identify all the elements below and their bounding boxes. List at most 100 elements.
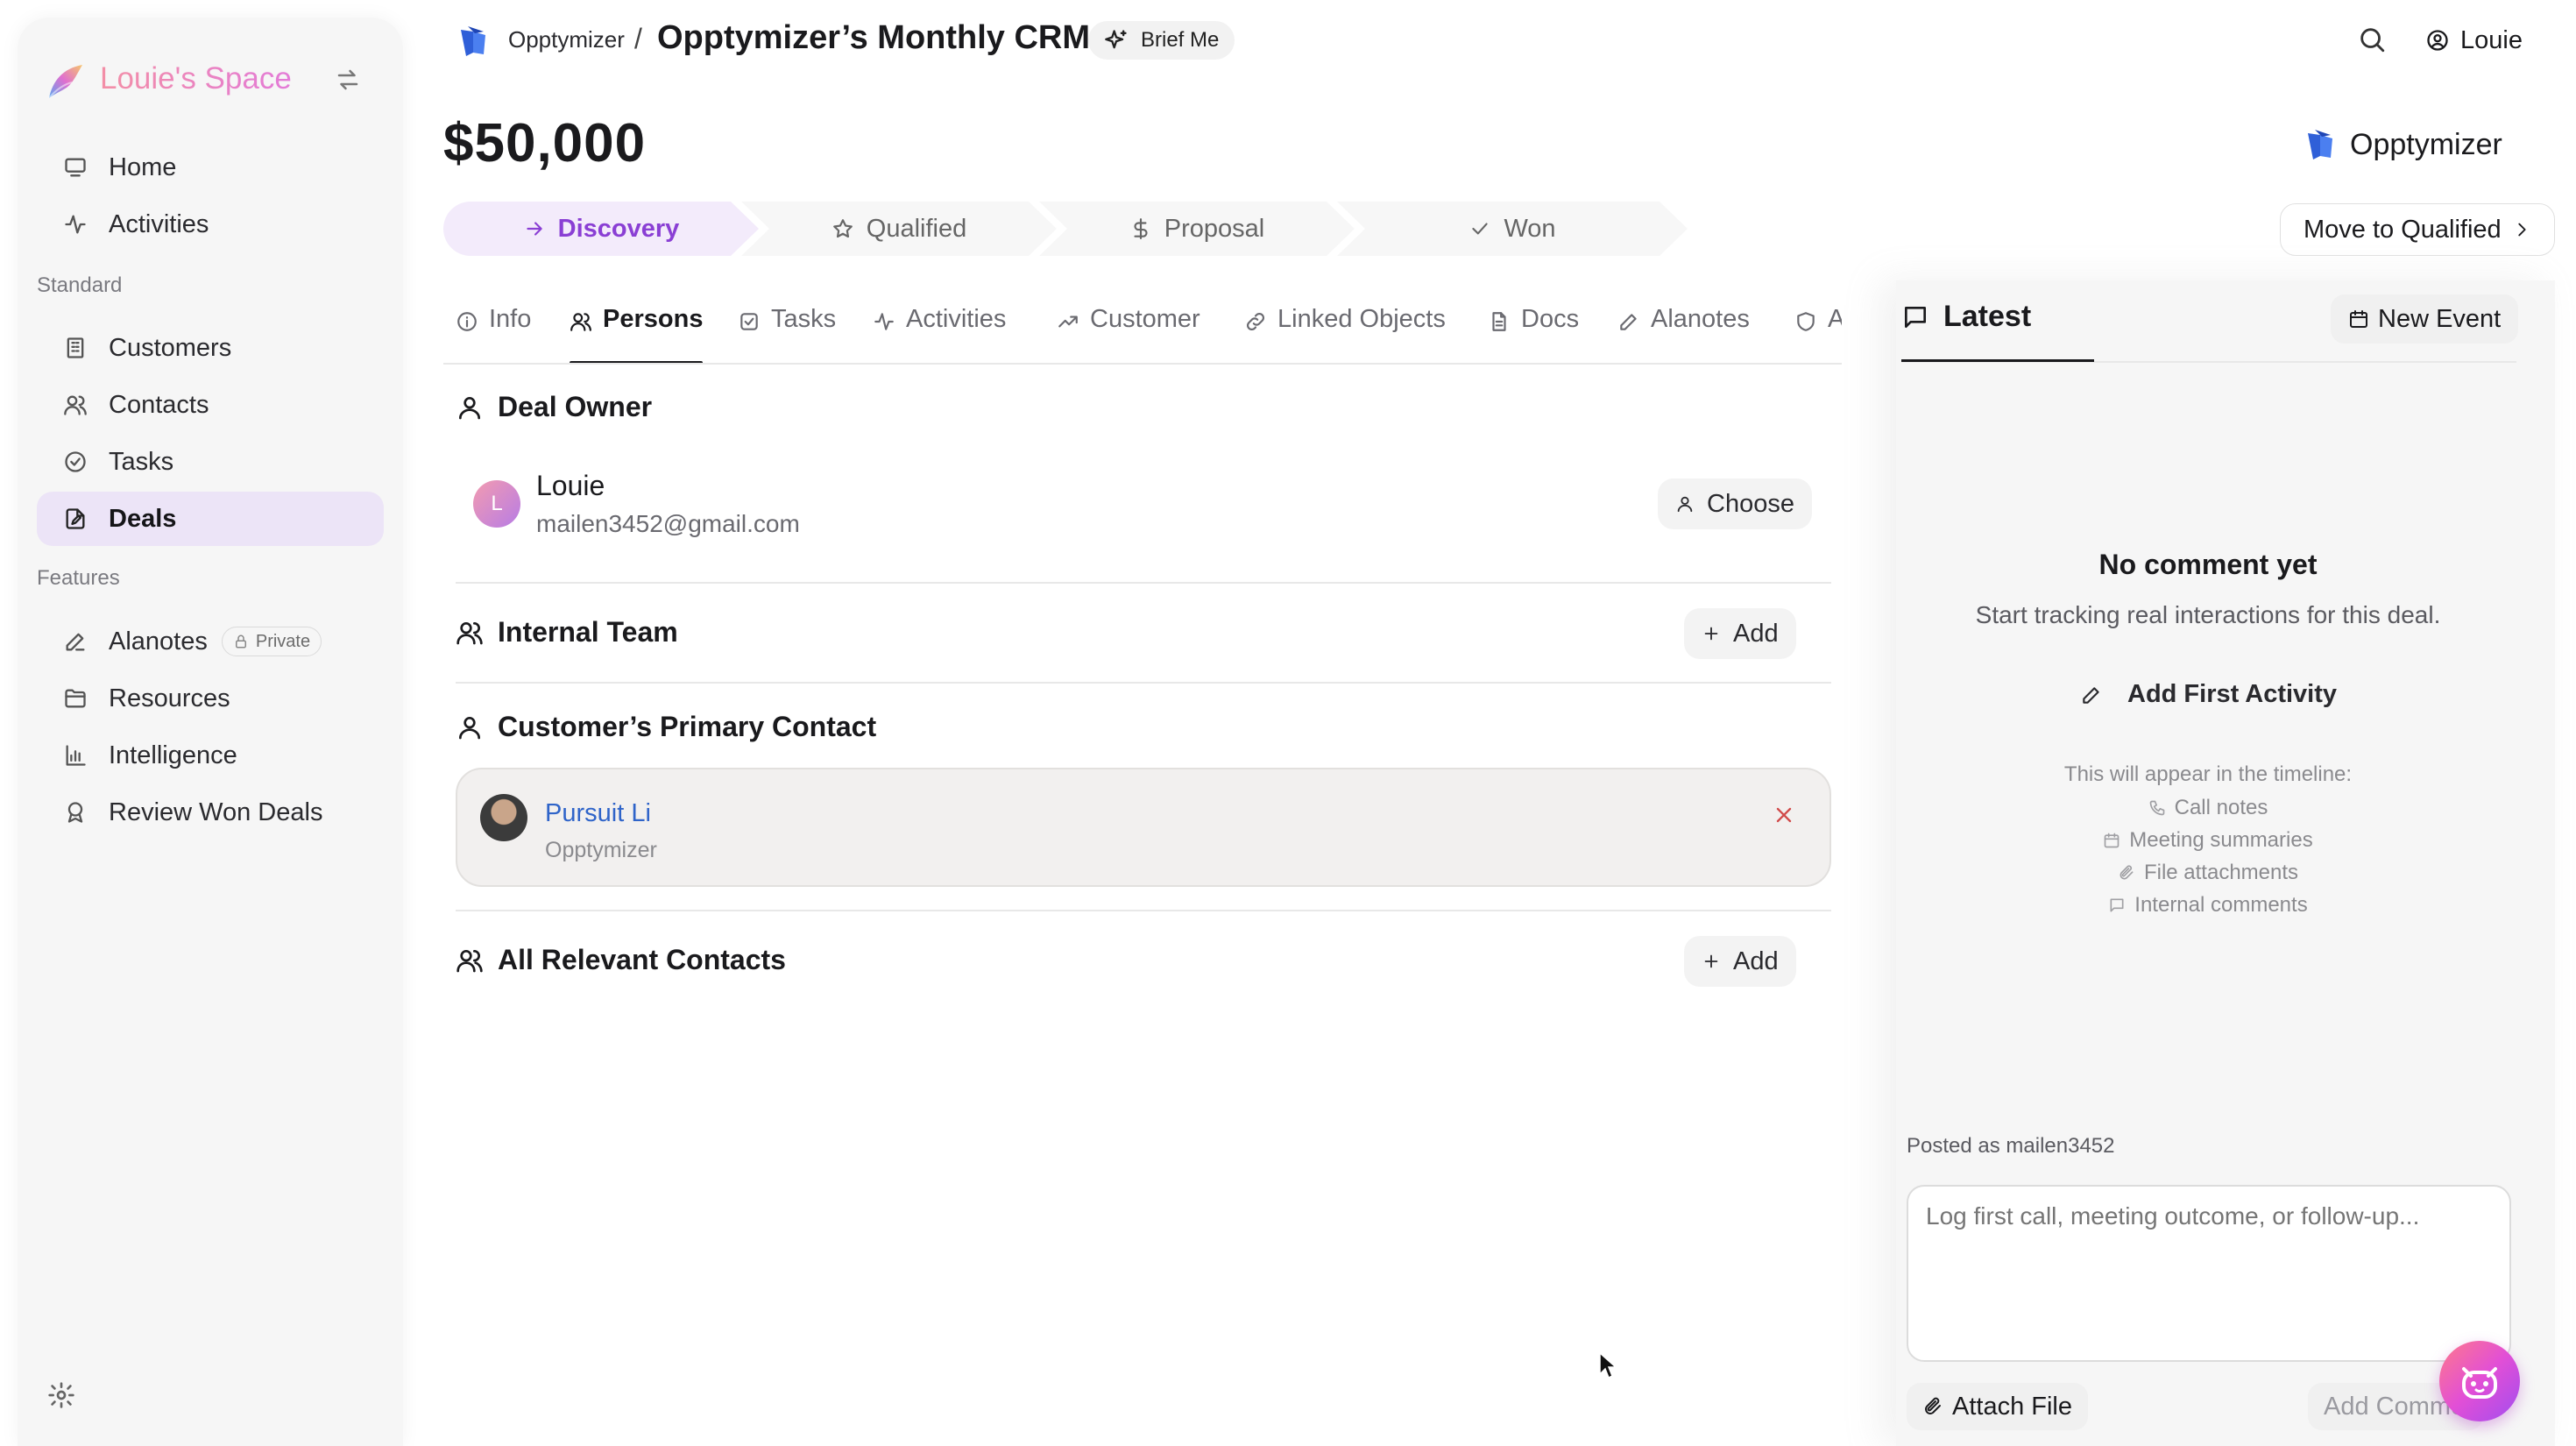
- paperclip-icon: [2118, 864, 2135, 882]
- nav-alanotes[interactable]: Alanotes Private: [37, 614, 384, 669]
- stage-won[interactable]: Won: [1337, 202, 1688, 256]
- stage-label: Proposal: [1164, 214, 1265, 243]
- empty-state-title: No comment yet: [2098, 549, 2318, 580]
- paperclip-icon: [1922, 1396, 1943, 1417]
- timeline-item-label: File attachments: [2143, 861, 2299, 884]
- stage-label: Discovery: [557, 214, 680, 243]
- tab-label: Latest: [1943, 300, 2032, 333]
- stage-proposal[interactable]: Proposal: [1039, 202, 1355, 256]
- nav-review-won-deals[interactable]: Review Won Deals: [37, 785, 384, 840]
- primary-contact-card[interactable]: Pursuit Li Opptymizer: [456, 768, 1831, 887]
- tab-label: Persons: [603, 305, 704, 333]
- trending-up-icon: [1057, 310, 1079, 333]
- tab-info[interactable]: Info: [456, 301, 532, 363]
- tab-customer[interactable]: Customer: [1057, 301, 1200, 363]
- user-menu[interactable]: Louie: [2425, 21, 2523, 60]
- brief-me-button[interactable]: Brief Me: [1088, 21, 1235, 60]
- nav-label: Contacts: [109, 390, 209, 419]
- cat-face-icon: [2462, 1367, 2497, 1399]
- timeline-hint-item: Call notes: [1896, 796, 2520, 820]
- tab-activities[interactable]: Activities: [873, 301, 1007, 363]
- workspace-name[interactable]: Louie's Space: [100, 61, 292, 96]
- user-icon: [1675, 494, 1695, 514]
- nav-customers[interactable]: Customers: [37, 321, 384, 375]
- nav-contacts[interactable]: Contacts: [37, 378, 384, 432]
- move-label: Move to Qualified: [2304, 215, 2502, 244]
- stage-discovery[interactable]: Discovery: [443, 202, 759, 256]
- divider: [456, 682, 1831, 684]
- bar-chart-icon: [63, 743, 88, 768]
- document-edit-icon: [63, 507, 88, 531]
- plus-icon: [1702, 952, 1721, 971]
- settings-gear-icon[interactable]: [47, 1381, 75, 1409]
- section-title: Customer’s Primary Contact: [498, 711, 877, 742]
- activity-icon: [63, 212, 88, 237]
- nav-label: Deals: [109, 504, 177, 533]
- stage-qualified[interactable]: Qualified: [741, 202, 1057, 256]
- checkbox-icon: [738, 310, 761, 333]
- contact-org: Opptymizer: [545, 838, 657, 862]
- tab-persons[interactable]: Persons: [570, 301, 704, 363]
- remove-contact-close-icon[interactable]: [1772, 803, 1796, 827]
- tab-docs[interactable]: Docs: [1488, 301, 1579, 363]
- star-icon: [832, 217, 854, 240]
- nav-activities[interactable]: Activities: [37, 197, 384, 252]
- add-contact-button[interactable]: Add: [1684, 936, 1796, 987]
- shield-icon: [1794, 310, 1817, 333]
- contact-avatar: [480, 794, 527, 841]
- company-name[interactable]: Opptymizer: [2350, 128, 2502, 162]
- contact-name-link[interactable]: Pursuit Li: [545, 799, 651, 828]
- divider: [456, 910, 1831, 911]
- stage-label: Won: [1504, 214, 1556, 243]
- collapse-sidebar-icon[interactable]: [335, 67, 361, 93]
- choose-label: Choose: [1707, 489, 1794, 518]
- tab-alanotes[interactable]: Alanotes: [1617, 301, 1750, 363]
- tab-label: Customer: [1090, 305, 1200, 333]
- tab-label: Linked Objects: [1277, 305, 1446, 333]
- search-icon[interactable]: [2357, 25, 2387, 54]
- breadcrumb-org[interactable]: Opptymizer: [508, 26, 625, 53]
- active-tab-indicator: [1901, 359, 2094, 362]
- nav-deals[interactable]: Deals: [37, 492, 384, 546]
- calendar-icon: [2103, 832, 2120, 849]
- attach-file-button[interactable]: Attach File: [1907, 1383, 2088, 1430]
- tab-label: Activities: [906, 305, 1007, 333]
- nav-tasks[interactable]: Tasks: [37, 435, 384, 489]
- check-icon: [1468, 217, 1491, 240]
- comment-input[interactable]: [1907, 1185, 2511, 1362]
- tab-label: A: [1828, 305, 1842, 334]
- tab-linked-objects[interactable]: Linked Objects: [1244, 301, 1446, 363]
- nav-label: Activities: [109, 209, 209, 238]
- tab-label: Alanotes: [1651, 305, 1750, 333]
- move-to-qualified-button[interactable]: Move to Qualified: [2280, 203, 2555, 256]
- users-icon: [456, 619, 484, 647]
- choose-owner-button[interactable]: Choose: [1658, 478, 1812, 529]
- timeline-hint-item: Internal comments: [1896, 893, 2520, 918]
- nav-intelligence[interactable]: Intelligence: [37, 728, 384, 783]
- add-first-activity-button[interactable]: Add First Activity: [2080, 680, 2337, 709]
- nav-label: Home: [109, 152, 177, 181]
- dollar-icon: [1129, 217, 1152, 240]
- monitor-icon: [63, 155, 88, 180]
- lock-icon: [233, 634, 249, 649]
- nav-label: Alanotes: [109, 627, 208, 656]
- tab-label: Info: [489, 305, 532, 333]
- nav-home[interactable]: Home: [37, 140, 384, 195]
- add-first-label: Add First Activity: [2127, 680, 2338, 708]
- org-logo-icon: [456, 23, 492, 60]
- add-team-member-button[interactable]: Add: [1684, 608, 1796, 659]
- users-icon: [570, 310, 592, 333]
- nav-resources[interactable]: Resources: [37, 671, 384, 726]
- tab-tasks[interactable]: Tasks: [738, 301, 836, 363]
- user-icon: [456, 393, 484, 422]
- private-badge: Private: [221, 627, 322, 656]
- message-icon: [2108, 897, 2126, 914]
- assistant-chat-button[interactable]: [2439, 1341, 2520, 1421]
- tab-more[interactable]: A: [1794, 301, 1842, 363]
- timeline-hint-item: Meeting summaries: [1896, 828, 2520, 853]
- new-event-button[interactable]: New Event: [2331, 294, 2519, 344]
- plus-icon: [1702, 624, 1721, 643]
- nav-label: Customers: [109, 333, 232, 362]
- deal-amount: $50,000: [443, 113, 647, 174]
- tab-latest[interactable]: Latest: [1901, 300, 2031, 363]
